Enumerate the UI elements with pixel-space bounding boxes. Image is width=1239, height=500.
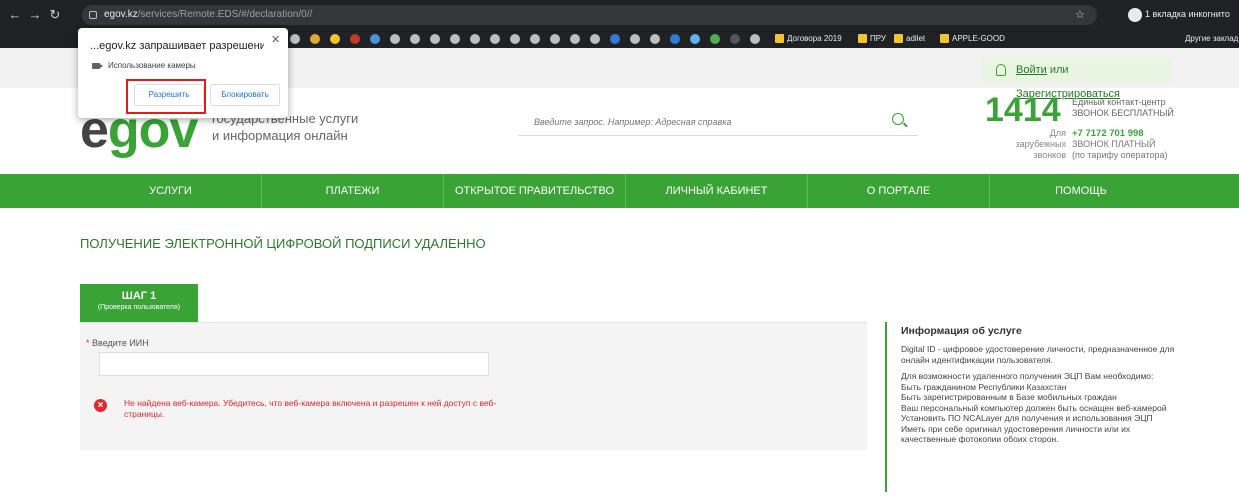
bookmark-star-icon[interactable]: ☆ — [1075, 8, 1085, 21]
bookmark-folder[interactable]: Договора 2019 — [775, 33, 842, 45]
info-title: Информация об услуге — [901, 325, 1022, 337]
search-icon[interactable] — [892, 113, 904, 125]
paid-call-label: ЗВОНОК ПЛАТНЫЙ — [1072, 139, 1156, 149]
block-button[interactable]: Блокировать — [210, 84, 280, 106]
bookmark-favicon[interactable] — [450, 34, 460, 44]
info-paragraph-2: Для возможности удаленного получения ЭЦП… — [901, 371, 1154, 381]
free-call-label: ЗВОНОК БЕСПЛАТНЫЙ — [1072, 108, 1174, 118]
step-title: ШАГ 1 — [121, 290, 157, 302]
bookmark-favicon[interactable] — [750, 34, 760, 44]
bookmark-favicon[interactable] — [690, 34, 700, 44]
main-nav: УСЛУГИ ПЛАТЕЖИ ОТКРЫТОЕ ПРАВИТЕЛЬСТВО ЛИ… — [0, 174, 1239, 208]
bookmark-favicon[interactable] — [390, 34, 400, 44]
nav-item-help[interactable]: ПОМОЩЬ — [990, 174, 1172, 208]
info-requirement: Иметь при себе оригинал удостоверения ли… — [901, 423, 1131, 445]
forward-arrow-icon[interactable]: → — [28, 8, 42, 22]
permission-camera-text: Использование камеры — [108, 61, 196, 70]
iin-label-text: Введите ИИН — [92, 338, 149, 348]
bookmark-favicon[interactable] — [630, 34, 640, 44]
bookmark-favicon[interactable] — [570, 34, 580, 44]
search-input[interactable] — [518, 110, 878, 134]
bookmark-folder[interactable]: APPLE-GOOD — [940, 33, 1005, 45]
contact-center-info: Единый контакт-центр ЗВОНОК БЕСПЛАТНЫЙ — [1072, 97, 1174, 119]
info-requirement: Быть гражданином Республики Казахстан — [901, 381, 1067, 392]
permission-title: ...egov.kz запрашивает разрешение на: — [90, 40, 264, 52]
tariff-label: (по тарифу оператора) — [1072, 150, 1168, 160]
close-icon[interactable]: ✕ — [271, 34, 280, 46]
bookmark-favicon[interactable] — [370, 34, 380, 44]
error-icon: × — [94, 399, 107, 412]
nav-item-open-government[interactable]: ОТКРЫТОЕ ПРАВИТЕЛЬСТВО — [444, 174, 626, 208]
nav-item-about[interactable]: О ПОРТАЛЕ — [808, 174, 990, 208]
bookmark-favicon[interactable] — [550, 34, 560, 44]
login-link[interactable]: Войти — [1016, 64, 1047, 76]
lock-icon — [89, 11, 97, 19]
bookmark-favicon[interactable] — [330, 34, 340, 44]
reload-icon[interactable]: ↻ — [48, 8, 62, 22]
incognito-indicator[interactable]: 1 вкладка инкогнито — [1128, 6, 1230, 22]
bookmark-favicon[interactable] — [730, 34, 740, 44]
info-requirement: Установить ПО NCALayer для получения и и… — [901, 413, 1153, 423]
or-text: или — [1049, 64, 1069, 76]
iin-input[interactable] — [99, 352, 489, 376]
error-message: Не найдена веб-камера. Убедитесь, что ве… — [124, 398, 497, 419]
nav-item-personal-account[interactable]: ЛИЧНЫЙ КАБИНЕТ — [626, 174, 808, 208]
paid-contact-info: +7 7172 701 998 ЗВОНОК ПЛАТНЫЙ (по тариф… — [1072, 128, 1167, 161]
bookmark-favicon[interactable] — [590, 34, 600, 44]
search-box — [518, 110, 918, 136]
incognito-icon — [1128, 7, 1142, 22]
bookmark-favicon[interactable] — [650, 34, 660, 44]
step-subtitle: (Проверка пользователя) — [97, 304, 181, 311]
foreign-line-2: звонков — [1033, 150, 1066, 160]
user-icon — [996, 64, 1006, 76]
incognito-label: 1 вкладка инкогнито — [1145, 9, 1230, 19]
url-path: /services/Remote.EDS/#/declaration/0// — [137, 9, 313, 20]
service-info-panel: Информация об услуге Digital ID - цифров… — [885, 322, 1185, 492]
bookmark-favicon[interactable] — [610, 34, 620, 44]
bookmark-favicon[interactable] — [430, 34, 440, 44]
iin-label: * Введите ИИН — [86, 338, 149, 349]
bookmark-favicon[interactable] — [290, 34, 300, 44]
bookmark-favicon[interactable] — [470, 34, 480, 44]
step-tab: ШАГ 1 (Проверка пользователя) — [80, 284, 198, 329]
bookmark-favicon[interactable] — [710, 34, 720, 44]
foreign-line-1: Для зарубежных — [1015, 128, 1066, 149]
camera-icon — [92, 63, 103, 69]
foreign-calls-label: Для зарубежных звонков — [1000, 128, 1066, 161]
info-requirement: Ваш персональный компьютер должен быть о… — [901, 402, 1167, 413]
login-box: Войти или Зарегистрироваться — [982, 58, 1172, 100]
page-title: ПОЛУЧЕНИЕ ЭЛЕКТРОННОЙ ЦИФРОВОЙ ПОДПИСИ У… — [80, 236, 486, 251]
bookmark-favicon[interactable] — [410, 34, 420, 44]
address-bar[interactable]: egov.kz/services/Remote.EDS/#/declaratio… — [82, 5, 1097, 25]
tagline-line-2: и информация онлайн — [212, 128, 348, 143]
contact-center-label: Единый контакт-центр — [1072, 97, 1166, 107]
nav-item-payments[interactable]: ПЛАТЕЖИ — [262, 174, 444, 208]
info-paragraph-1: Digital ID - цифровое удостоверение личн… — [901, 344, 1175, 365]
bookmark-favicon[interactable] — [530, 34, 540, 44]
nav-item-services[interactable]: УСЛУГИ — [80, 174, 262, 208]
allow-highlight-box — [126, 79, 206, 114]
form-panel — [80, 322, 867, 450]
url-host: egov.kz — [104, 9, 138, 20]
info-requirement: Быть зарегистрированным в Базе мобильных… — [901, 392, 1117, 402]
back-arrow-icon[interactable]: ← — [8, 8, 22, 22]
bookmark-favicon[interactable] — [670, 34, 680, 44]
bookmark-folder[interactable]: adilet — [894, 33, 925, 45]
other-bookmarks[interactable]: Другие заклад — [1185, 33, 1238, 45]
bookmark-favicon[interactable] — [310, 34, 320, 44]
bookmark-favicon[interactable] — [490, 34, 500, 44]
required-marker: * — [86, 338, 90, 348]
bookmark-folder[interactable]: ПРУ — [858, 33, 886, 45]
contact-phone-short: 1414 — [985, 91, 1061, 129]
bookmark-favicon[interactable] — [350, 34, 360, 44]
contact-phone-long: +7 7172 701 998 — [1072, 128, 1144, 139]
bookmark-favicon[interactable] — [510, 34, 520, 44]
